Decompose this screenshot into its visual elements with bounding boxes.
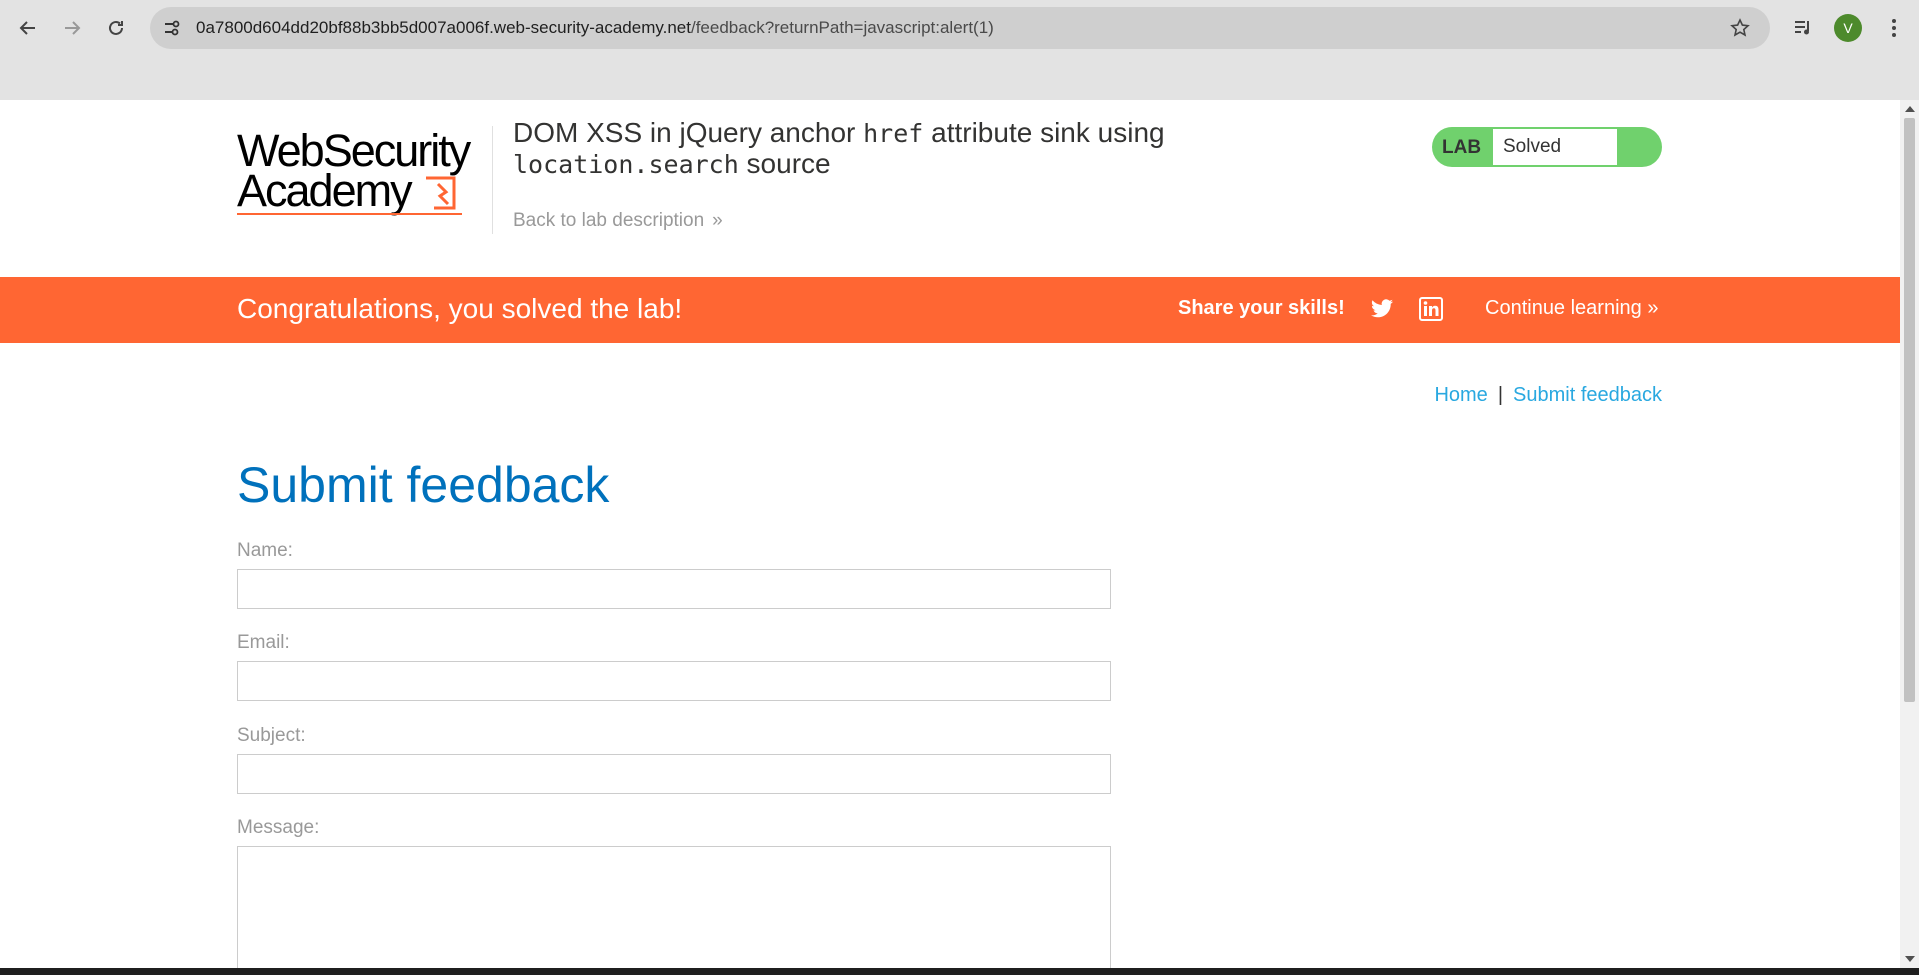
menu-dots-icon[interactable] — [1880, 14, 1908, 42]
breadcrumb-separator: | — [1497, 384, 1504, 406]
header-divider — [492, 126, 493, 234]
url-path: /feedback?returnPath=javascript:alert(1) — [690, 18, 994, 37]
message-label: Message: — [237, 817, 320, 838]
message-field[interactable] — [237, 846, 1111, 968]
lab-status-widget: LAB Solved — [1432, 127, 1662, 167]
continue-learning-label: Continue learning — [1485, 297, 1642, 319]
twitter-icon[interactable] — [1370, 298, 1394, 320]
logo-line2: Academy — [237, 165, 413, 216]
scroll-down-arrow-icon[interactable] — [1905, 956, 1915, 962]
solved-banner: Congratulations, you solved the lab! Sha… — [0, 277, 1900, 343]
logo-underline — [237, 213, 462, 215]
scroll-thumb[interactable] — [1904, 118, 1915, 702]
browser-toolbar: 0a7800d604dd20bf88b3bb5d007a006f.web-sec… — [0, 0, 1919, 100]
logo-bolt-icon — [426, 176, 456, 210]
address-bar[interactable]: 0a7800d604dd20bf88b3bb5d007a006f.web-sec… — [150, 7, 1770, 49]
lab-title-text: attribute sink using — [923, 117, 1165, 148]
breadcrumb-submit-feedback-link[interactable]: Submit feedback — [1513, 384, 1662, 406]
breadcrumb-home-link[interactable]: Home — [1434, 384, 1487, 406]
chevron-right-icon: » — [1647, 297, 1659, 319]
share-skills-label: Share your skills! — [1178, 297, 1345, 319]
lab-title-code-source: location.search — [513, 150, 739, 179]
back-link-label: Back to lab description — [513, 210, 705, 231]
subject-field[interactable] — [237, 754, 1111, 794]
name-field[interactable] — [237, 569, 1111, 609]
lab-title-text: DOM XSS in jQuery anchor — [513, 117, 864, 148]
back-arrow-icon[interactable] — [12, 12, 44, 44]
linkedin-icon[interactable] — [1419, 297, 1443, 321]
lab-title-code-href: href — [863, 119, 924, 148]
star-icon[interactable] — [1728, 16, 1752, 40]
email-field[interactable] — [237, 661, 1111, 701]
lab-title-text: source — [738, 148, 831, 179]
back-to-lab-description-link[interactable]: Back to lab description » — [513, 210, 723, 232]
media-control-icon[interactable] — [1789, 14, 1817, 42]
chevron-right-icon: » — [712, 210, 723, 231]
forward-arrow-icon[interactable] — [56, 12, 88, 44]
url-host: 0a7800d604dd20bf88b3bb5d007a006f.web-sec… — [196, 18, 691, 37]
taskbar-edge — [0, 968, 1919, 975]
url-text: 0a7800d604dd20bf88b3bb5d007a006f.web-sec… — [196, 18, 994, 38]
vertical-scrollbar[interactable] — [1900, 100, 1919, 968]
continue-learning-link[interactable]: Continue learning » — [1485, 297, 1658, 320]
email-label: Email: — [237, 632, 290, 653]
scroll-up-arrow-icon[interactable] — [1905, 106, 1915, 112]
web-security-academy-logo[interactable]: WebSecurity Academy — [237, 124, 471, 216]
subject-label: Subject: — [237, 725, 306, 746]
congratulations-message: Congratulations, you solved the lab! — [237, 293, 683, 324]
profile-avatar[interactable]: V — [1834, 14, 1862, 42]
breadcrumb: Home | Submit feedback — [1434, 384, 1662, 407]
lab-label: LAB — [1442, 137, 1482, 158]
lab-status-text: Solved — [1493, 129, 1617, 165]
page-title: Submit feedback — [237, 457, 610, 513]
name-label: Name: — [237, 540, 293, 561]
page-viewport: WebSecurity Academy DOM XSS in jQuery an… — [0, 100, 1900, 968]
lab-title: DOM XSS in jQuery anchor href attribute … — [513, 118, 1273, 180]
site-info-icon[interactable] — [160, 16, 184, 40]
reload-icon[interactable] — [100, 12, 132, 44]
